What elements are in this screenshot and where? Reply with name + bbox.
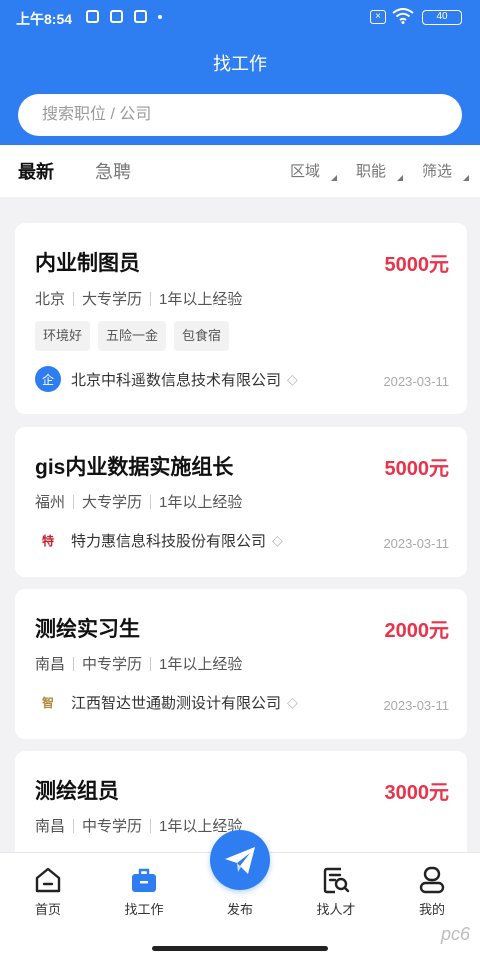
job-education: 中专学历 — [82, 656, 143, 673]
find-talent-icon — [323, 867, 350, 894]
job-meta: 北京 大专学历 1年以上经验 — [35, 288, 242, 309]
filter-region[interactable]: 区域 — [290, 160, 320, 181]
job-tag: 五险一金 — [98, 321, 167, 351]
divider — [150, 656, 152, 671]
battery-icon: 40 — [422, 10, 462, 25]
divider — [73, 656, 75, 671]
filter-more[interactable]: 筛选 — [422, 160, 452, 181]
job-city: 福州 — [35, 494, 66, 511]
divider — [150, 291, 152, 306]
job-title: 测绘组员 — [35, 780, 119, 803]
job-meta: 南昌 中专学历 1年以上经验 — [35, 653, 242, 674]
job-card[interactable]: 测绘实习生 2000元 南昌 中专学历 1年以上经验 智 江西智达世通勘测设计有… — [15, 589, 467, 739]
nav-label: 我的 — [418, 902, 445, 917]
diamond-icon: ◇ — [287, 693, 298, 710]
job-salary: 5000元 — [384, 458, 450, 480]
home-icon — [35, 867, 61, 893]
job-city: 南昌 — [35, 818, 66, 835]
profile-icon — [419, 866, 445, 894]
more-notifications-dot — [158, 15, 162, 19]
company-row: 智 江西智达世通勘测设计有限公司 ◇ — [35, 689, 298, 715]
nav-label: 找工作 — [124, 902, 164, 917]
company-row: 特 特力惠信息科技股份有限公司 ◇ — [35, 527, 283, 553]
tab-bar: 最新 急聘 区域 职能 筛选 — [0, 145, 480, 197]
diamond-icon: ◇ — [287, 370, 298, 387]
notification-icon — [134, 10, 147, 23]
paper-plane-icon — [225, 847, 255, 874]
post-date: 2023-03-11 — [383, 536, 449, 551]
divider — [150, 494, 152, 509]
nav-find-talent[interactable]: 找人才 — [288, 853, 384, 918]
job-title: 内业制图员 — [35, 252, 140, 275]
header: 上午8:54 × 40 找工作 搜索职位 / 公司 — [0, 0, 480, 145]
home-indicator — [152, 946, 328, 951]
job-experience: 1年以上经验 — [159, 656, 243, 673]
divider — [73, 291, 75, 306]
company-row: 企 北京中科遥数信息技术有限公司 ◇ — [35, 366, 298, 392]
wifi-icon — [392, 8, 414, 24]
job-title: gis内业数据实施组长 — [35, 456, 234, 479]
caret-down-icon — [331, 175, 337, 181]
job-salary: 2000元 — [384, 620, 450, 642]
publish-label: 发布 — [226, 902, 253, 917]
job-salary: 5000元 — [384, 254, 450, 276]
tab-latest[interactable]: 最新 — [18, 158, 54, 184]
job-salary: 3000元 — [384, 782, 450, 804]
job-tag: 包食宿 — [174, 321, 230, 351]
divider — [73, 818, 75, 833]
nav-label: 找人才 — [316, 902, 356, 917]
status-bar: 上午8:54 × 40 — [0, 0, 480, 36]
nav-home[interactable]: 首页 — [0, 853, 96, 918]
divider — [150, 818, 152, 833]
job-city: 南昌 — [35, 656, 66, 673]
job-tags: 环境好 五险一金 包食宿 — [35, 321, 230, 351]
job-education: 中专学历 — [82, 818, 143, 835]
caret-down-icon — [397, 175, 403, 181]
briefcase-icon — [132, 868, 156, 892]
nav-find-job[interactable]: 找工作 — [96, 853, 192, 918]
nav-profile[interactable]: 我的 — [384, 853, 480, 918]
job-title: 测绘实习生 — [35, 618, 140, 641]
tab-urgent[interactable]: 急聘 — [95, 158, 131, 184]
divider — [73, 494, 75, 509]
post-date: 2023-03-11 — [383, 698, 449, 713]
company-logo: 智 — [35, 689, 61, 715]
caret-down-icon — [463, 175, 469, 181]
company-name: 江西智达世通勘测设计有限公司 — [71, 694, 282, 712]
sim-off-icon: × — [370, 10, 386, 24]
watermark: pc6 — [440, 924, 470, 944]
company-name: 北京中科遥数信息技术有限公司 — [71, 371, 282, 389]
publish-button[interactable] — [210, 830, 270, 890]
status-time: 上午8:54 — [16, 11, 73, 27]
job-card[interactable]: 内业制图员 5000元 北京 大专学历 1年以上经验 环境好 五险一金 包食宿 … — [15, 223, 467, 414]
search-input[interactable]: 搜索职位 / 公司 — [18, 94, 462, 136]
job-education: 大专学历 — [82, 291, 143, 308]
nav-label: 首页 — [34, 902, 61, 917]
job-tag: 环境好 — [35, 321, 91, 351]
notification-icon — [86, 10, 99, 23]
filter-function[interactable]: 职能 — [356, 160, 386, 181]
status-icons: × 40 — [356, 8, 466, 26]
diamond-icon: ◇ — [272, 531, 283, 548]
job-education: 大专学历 — [82, 494, 143, 511]
job-experience: 1年以上经验 — [159, 494, 243, 511]
notification-icon — [110, 10, 123, 23]
job-experience: 1年以上经验 — [159, 291, 243, 308]
page-title: 找工作 — [213, 54, 267, 74]
job-meta: 福州 大专学历 1年以上经验 — [35, 491, 242, 512]
company-logo: 企 — [35, 366, 61, 392]
company-name: 特力惠信息科技股份有限公司 — [71, 532, 267, 550]
job-city: 北京 — [35, 291, 66, 308]
job-card[interactable]: gis内业数据实施组长 5000元 福州 大专学历 1年以上经验 特 特力惠信息… — [15, 427, 467, 577]
company-logo: 特 — [35, 527, 61, 553]
post-date: 2023-03-11 — [383, 374, 449, 389]
